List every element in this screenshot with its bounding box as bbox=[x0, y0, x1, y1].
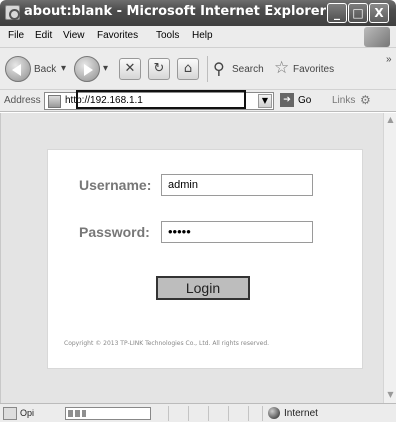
login-button[interactable]: Login bbox=[156, 276, 250, 300]
search-label[interactable]: Search bbox=[232, 64, 264, 75]
username-label: Username: bbox=[79, 177, 152, 193]
more-chevron-icon[interactable]: » bbox=[386, 54, 392, 65]
password-input[interactable]: ••••• bbox=[161, 221, 313, 243]
minimize-button[interactable]: _ bbox=[327, 3, 347, 23]
favorites-label[interactable]: Favorites bbox=[293, 64, 334, 75]
links-label[interactable]: Links bbox=[332, 95, 355, 106]
menu-help[interactable]: Help bbox=[192, 30, 213, 41]
go-button[interactable]: Go bbox=[298, 95, 311, 106]
go-arrow-icon[interactable]: ➔ bbox=[280, 93, 294, 107]
status-divider bbox=[168, 406, 169, 421]
address-highlight-box bbox=[76, 90, 246, 109]
forward-dropdown-icon[interactable]: ▾ bbox=[103, 63, 108, 74]
status-divider bbox=[188, 406, 189, 421]
status-divider bbox=[228, 406, 229, 421]
progress-fill bbox=[68, 410, 86, 417]
close-button[interactable]: X bbox=[369, 3, 389, 23]
back-dropdown-icon[interactable]: ▾ bbox=[61, 63, 66, 74]
favorites-star-icon[interactable]: ☆ bbox=[274, 58, 289, 78]
progress-bar bbox=[65, 407, 151, 420]
windows-flag-icon bbox=[364, 27, 390, 47]
forward-arrow-icon[interactable] bbox=[74, 56, 100, 82]
password-label: Password: bbox=[79, 224, 150, 240]
window-title: about:blank - Microsoft Internet Explore… bbox=[24, 4, 327, 19]
menu-bar: File Edit View Favorites Tools Help bbox=[0, 26, 396, 48]
back-label[interactable]: Back bbox=[34, 64, 56, 75]
back-arrow-icon[interactable] bbox=[5, 56, 31, 82]
zone-label: Internet bbox=[284, 408, 318, 419]
home-icon[interactable]: ⌂ bbox=[177, 58, 199, 80]
menu-favorites[interactable]: Favorites bbox=[97, 30, 138, 41]
address-label: Address bbox=[4, 95, 41, 106]
page-icon bbox=[48, 95, 61, 108]
browser-window: about:blank - Microsoft Internet Explore… bbox=[0, 0, 396, 422]
stop-icon[interactable]: ✕ bbox=[119, 58, 141, 80]
status-divider bbox=[262, 406, 263, 421]
copyright-text: Copyright © 2013 TP-LINK Technologies Co… bbox=[64, 340, 270, 347]
globe-icon bbox=[268, 407, 280, 419]
status-text: Opi bbox=[20, 408, 35, 418]
menu-edit[interactable]: Edit bbox=[35, 30, 52, 41]
status-divider bbox=[208, 406, 209, 421]
links-icon[interactable]: ⚙ bbox=[360, 93, 371, 107]
scroll-up-icon[interactable]: ▲ bbox=[385, 114, 396, 126]
menu-file[interactable]: File bbox=[8, 30, 24, 41]
page-status-icon bbox=[3, 407, 17, 420]
toolbar-divider bbox=[207, 56, 208, 82]
toolbar: Back ▾ ▾ ✕ ↻ ⌂ ⚲ Search ☆ Favorites » bbox=[0, 48, 396, 90]
scroll-down-icon[interactable]: ▼ bbox=[385, 389, 396, 401]
address-dropdown-icon[interactable]: ▼ bbox=[258, 94, 272, 108]
status-bar: Opi Internet bbox=[0, 403, 396, 422]
maximize-button[interactable]: □ bbox=[348, 3, 368, 23]
title-bar: about:blank - Microsoft Internet Explore… bbox=[0, 0, 396, 26]
vertical-scrollbar[interactable]: ▲ ▼ bbox=[383, 113, 396, 403]
menu-tools[interactable]: Tools bbox=[156, 30, 179, 41]
menu-view[interactable]: View bbox=[63, 30, 85, 41]
refresh-icon[interactable]: ↻ bbox=[148, 58, 170, 80]
search-icon[interactable]: ⚲ bbox=[213, 59, 225, 79]
ie-icon bbox=[5, 5, 20, 20]
username-input[interactable]: admin bbox=[161, 174, 313, 196]
status-divider bbox=[248, 406, 249, 421]
